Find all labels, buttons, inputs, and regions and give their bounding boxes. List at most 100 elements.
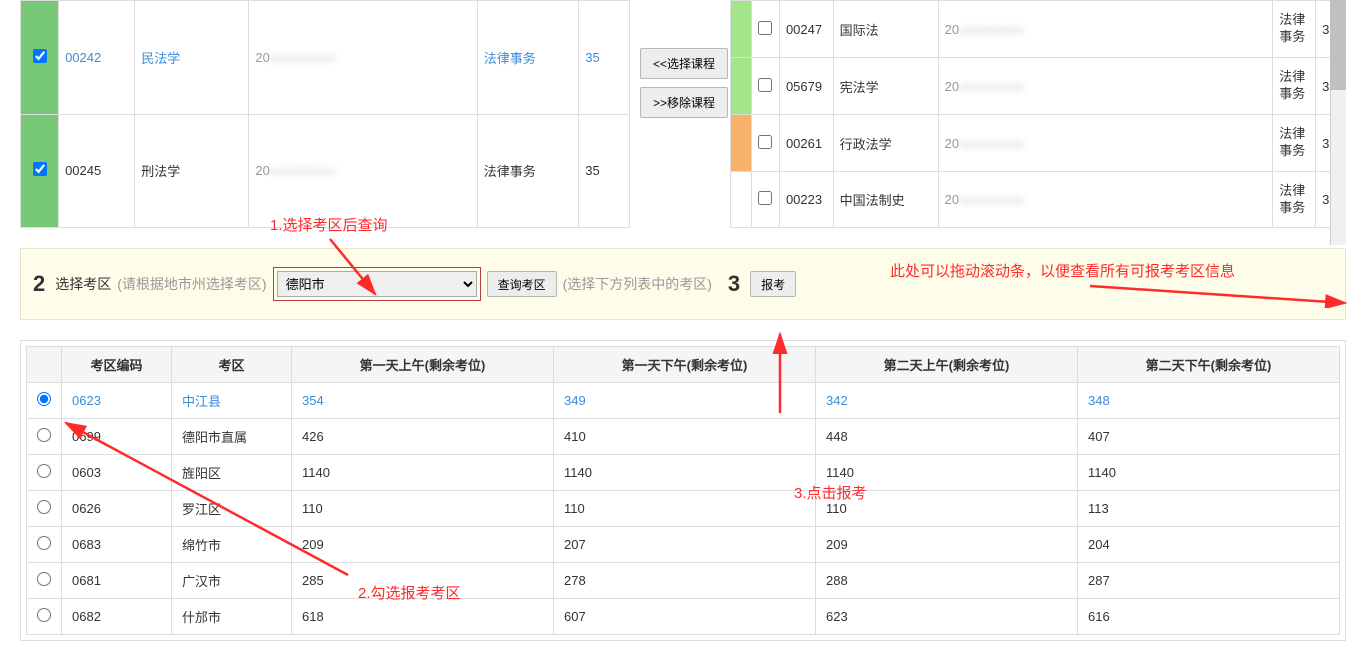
avail-course-code: 05679 bbox=[779, 58, 833, 115]
select-course-button[interactable]: <<选择课程 bbox=[640, 48, 728, 79]
slots-d1am: 618 bbox=[292, 599, 554, 635]
select-area-label: 选择考区 bbox=[55, 274, 111, 294]
avail-course-code: 00247 bbox=[779, 1, 833, 58]
slots-d1pm: 278 bbox=[554, 563, 816, 599]
area-radio[interactable] bbox=[37, 428, 51, 442]
course-major: 法律事务 bbox=[477, 1, 579, 115]
area-header: 第二天下午(剩余考位) bbox=[1078, 347, 1340, 383]
slots-d1pm: 110 bbox=[554, 491, 816, 527]
area-name: 旌阳区 bbox=[172, 455, 292, 491]
avail-course-major: 法律事务 bbox=[1273, 58, 1316, 115]
slots-d2pm: 616 bbox=[1078, 599, 1340, 635]
avail-course-checkbox[interactable] bbox=[758, 135, 772, 149]
slots-d1am: 426 bbox=[292, 419, 554, 455]
selected-courses-table: 00242 民法学 20xxxxxxxxxx 法律事务 35 00245 刑法学… bbox=[20, 0, 630, 228]
area-code: 0681 bbox=[62, 563, 172, 599]
avail-course-major: 法律事务 bbox=[1273, 172, 1316, 228]
area-header: 第一天下午(剩余考位) bbox=[554, 347, 816, 383]
slots-d2am: 448 bbox=[816, 419, 1078, 455]
avail-course-name: 中国法制史 bbox=[833, 172, 938, 228]
slots-d1pm: 207 bbox=[554, 527, 816, 563]
area-name: 什邡市 bbox=[172, 599, 292, 635]
area-name: 中江县 bbox=[172, 383, 292, 419]
avail-course-name: 行政法学 bbox=[833, 115, 938, 172]
select-area-hint2: (选择下方列表中的考区) bbox=[563, 274, 712, 294]
step-number-3: 3 bbox=[728, 271, 740, 297]
avail-course-date: 20xxxxxxxxxx bbox=[938, 1, 1273, 58]
slots-d2am: 209 bbox=[816, 527, 1078, 563]
slots-d2pm: 348 bbox=[1078, 383, 1340, 419]
course-major: 法律事务 bbox=[477, 114, 579, 228]
avail-course-name: 国际法 bbox=[833, 1, 938, 58]
slots-d2am: 110 bbox=[816, 491, 1078, 527]
area-radio[interactable] bbox=[37, 572, 51, 586]
query-area-button[interactable]: 查询考区 bbox=[487, 271, 557, 297]
scrollbar-track[interactable] bbox=[1330, 0, 1346, 245]
area-header: 第一天上午(剩余考位) bbox=[292, 347, 554, 383]
area-radio[interactable] bbox=[37, 464, 51, 478]
slots-d1pm: 410 bbox=[554, 419, 816, 455]
slots-d2pm: 204 bbox=[1078, 527, 1340, 563]
course-date: 20xxxxxxxxxx bbox=[249, 1, 477, 115]
area-code: 0626 bbox=[62, 491, 172, 527]
select-area-hint1: (请根据地市州选择考区) bbox=[117, 274, 266, 294]
slots-d2am: 1140 bbox=[816, 455, 1078, 491]
slots-d2am: 623 bbox=[816, 599, 1078, 635]
avail-course-checkbox[interactable] bbox=[758, 191, 772, 205]
slots-d1am: 285 bbox=[292, 563, 554, 599]
slots-d1pm: 349 bbox=[554, 383, 816, 419]
select-area-section: 2 选择考区 (请根据地市州选择考区) 德阳市 查询考区 (选择下方列表中的考区… bbox=[20, 248, 1346, 320]
area-name: 广汉市 bbox=[172, 563, 292, 599]
area-header: 第二天上午(剩余考位) bbox=[816, 347, 1078, 383]
city-select[interactable]: 德阳市 bbox=[277, 271, 477, 297]
slots-d1am: 354 bbox=[292, 383, 554, 419]
slots-d2pm: 287 bbox=[1078, 563, 1340, 599]
course-code: 00242 bbox=[59, 1, 135, 115]
slots-d1pm: 607 bbox=[554, 599, 816, 635]
area-name: 德阳市直属 bbox=[172, 419, 292, 455]
area-code: 0603 bbox=[62, 455, 172, 491]
slots-d1am: 110 bbox=[292, 491, 554, 527]
course-checkbox[interactable] bbox=[33, 49, 47, 63]
available-courses-table: 00247 国际法 20xxxxxxxxxx 法律事务 35 05679 宪法学… bbox=[730, 0, 1346, 228]
area-radio[interactable] bbox=[37, 608, 51, 622]
course-name: 刑法学 bbox=[135, 114, 249, 228]
area-code: 0682 bbox=[62, 599, 172, 635]
course-code: 00245 bbox=[59, 114, 135, 228]
slots-d1pm: 1140 bbox=[554, 455, 816, 491]
avail-course-code: 00261 bbox=[779, 115, 833, 172]
slots-d1am: 1140 bbox=[292, 455, 554, 491]
course-fee: 35 bbox=[579, 1, 630, 115]
avail-course-date: 20xxxxxxxxxx bbox=[938, 115, 1273, 172]
area-name: 罗江区 bbox=[172, 491, 292, 527]
apply-button[interactable]: 报考 bbox=[750, 271, 796, 297]
exam-area-table: 考区编码考区第一天上午(剩余考位)第一天下午(剩余考位)第二天上午(剩余考位)第… bbox=[26, 346, 1340, 635]
course-fee: 35 bbox=[579, 114, 630, 228]
area-header: 考区 bbox=[172, 347, 292, 383]
avail-course-major: 法律事务 bbox=[1273, 115, 1316, 172]
area-code: 0623 bbox=[62, 383, 172, 419]
slots-d2pm: 407 bbox=[1078, 419, 1340, 455]
avail-course-name: 宪法学 bbox=[833, 58, 938, 115]
slots-d1am: 209 bbox=[292, 527, 554, 563]
area-radio[interactable] bbox=[37, 392, 51, 406]
avail-course-date: 20xxxxxxxxxx bbox=[938, 172, 1273, 228]
remove-course-button[interactable]: >>移除课程 bbox=[640, 87, 728, 118]
slots-d2pm: 1140 bbox=[1078, 455, 1340, 491]
area-code: 0683 bbox=[62, 527, 172, 563]
course-checkbox[interactable] bbox=[33, 162, 47, 176]
area-radio[interactable] bbox=[37, 500, 51, 514]
slots-d2pm: 113 bbox=[1078, 491, 1340, 527]
course-date: 20xxxxxxxxxx bbox=[249, 114, 477, 228]
scrollbar-thumb[interactable] bbox=[1330, 0, 1346, 90]
area-header: 考区编码 bbox=[62, 347, 172, 383]
slots-d2am: 342 bbox=[816, 383, 1078, 419]
avail-course-date: 20xxxxxxxxxx bbox=[938, 58, 1273, 115]
area-radio[interactable] bbox=[37, 536, 51, 550]
avail-course-code: 00223 bbox=[779, 172, 833, 228]
step-number-2: 2 bbox=[33, 271, 45, 297]
area-name: 绵竹市 bbox=[172, 527, 292, 563]
avail-course-checkbox[interactable] bbox=[758, 78, 772, 92]
area-code: 0699 bbox=[62, 419, 172, 455]
avail-course-checkbox[interactable] bbox=[758, 21, 772, 35]
